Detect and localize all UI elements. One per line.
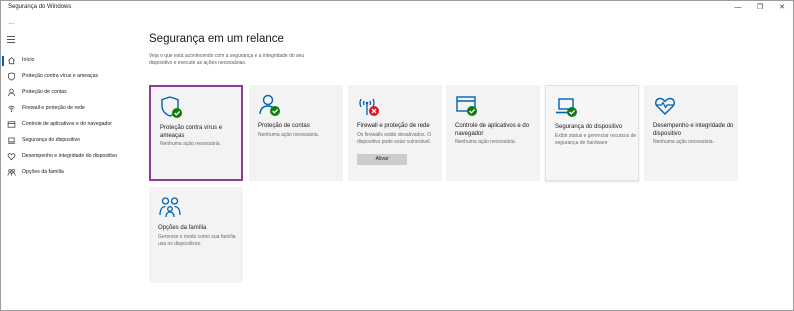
tile-account-protection[interactable]: Proteção de contas Nenhuma ação necessár… (249, 85, 343, 181)
tile-title: Firewall e proteção de rede (357, 123, 430, 129)
home-icon (8, 57, 15, 65)
sidebar-item-device-performance[interactable]: Desempenho e integridade do dispositivo (1, 150, 136, 164)
minimize-button[interactable]: — (727, 1, 749, 15)
sidebar-item-home[interactable]: Início (1, 54, 136, 68)
maximize-button[interactable]: ❐ (749, 1, 771, 15)
tile-title: Desempenho e integridade do dispositivo (653, 123, 734, 137)
sidebar-item-label: Desempenho e integridade do dispositivo (22, 153, 118, 159)
close-button[interactable]: ✕ (771, 1, 793, 15)
person-icon (8, 88, 15, 97)
sidebar-item-family-options[interactable]: Opções da família (1, 166, 136, 180)
heart-pulse-icon (655, 97, 675, 115)
laptop-icon (7, 137, 16, 144)
shield-check-icon (161, 96, 182, 118)
heart-icon (7, 153, 16, 161)
sidebar-item-virus-protection[interactable]: Proteção contra vírus e ameaças (1, 70, 136, 84)
tile-title: Proteção de contas (258, 123, 310, 129)
sidebar-item-account-protection[interactable]: Proteção de contas (1, 86, 136, 100)
tile-status: Os firewalls estão desativados. O dispos… (357, 132, 432, 145)
tile-family-options[interactable]: Opções da família Gerencie o modo como s… (149, 187, 243, 283)
hamburger-menu-icon[interactable] (7, 36, 15, 45)
sidebar-item-label: Segurança do dispositivo (22, 137, 80, 143)
tile-virus-protection[interactable]: Proteção contra vírus e ameaças Nenhuma … (149, 85, 243, 181)
sidebar-item-label: Proteção de contas (22, 89, 67, 95)
tile-title: Opções da família (158, 225, 207, 231)
tile-app-browser-control[interactable]: Controle de aplicativos e do navegador N… (446, 85, 540, 181)
page-title: Segurança em um relance (149, 33, 284, 45)
sidebar-item-app-browser-control[interactable]: Controle de aplicativos e do navegador (1, 118, 136, 132)
sidebar-item-label: Proteção contra vírus e ameaças (22, 73, 99, 79)
family-icon (159, 197, 181, 218)
app-browser-check-icon (456, 96, 477, 116)
app-window: Segurança do Windows — ❐ ✕ ← Início Prot… (0, 0, 794, 311)
title-bar: Segurança do Windows — ❐ ✕ (1, 1, 793, 15)
tile-device-performance[interactable]: Desempenho e integridade do dispositivo … (644, 85, 738, 181)
tile-device-security[interactable]: Segurança do dispositivo Exibir status e… (545, 85, 639, 181)
tile-title: Controle de aplicativos e do navegador (455, 123, 530, 137)
tile-status: Gerencie o modo como sua família usa os … (158, 234, 236, 247)
tile-title: Proteção contra vírus e ameaças (160, 125, 223, 139)
page-subtitle: Veja o que está acontecendo com a segura… (149, 53, 305, 66)
tile-status: Exibir status e gerenciar recursos de se… (555, 133, 637, 146)
sidebar-item-device-security[interactable]: Segurança do dispositivo (1, 134, 136, 148)
sidebar-item-label: Opções da família (22, 169, 64, 175)
tile-status: Nenhuma ação necessária. (653, 139, 714, 145)
sidebar: ← Início Proteção contra vírus e ameaças… (1, 15, 136, 311)
activate-firewall-button[interactable]: Ativar (357, 154, 407, 165)
sidebar-item-label: Início (22, 57, 35, 63)
tile-title: Segurança do dispositivo (555, 124, 623, 130)
app-browser-icon (7, 121, 16, 128)
wifi-icon (8, 105, 15, 113)
tile-status: Nenhuma ação necessária. (160, 141, 221, 147)
wifi-error-icon (359, 98, 379, 116)
back-arrow-icon[interactable]: ← (7, 17, 16, 27)
shield-icon (7, 72, 16, 81)
tile-firewall[interactable]: Firewall e proteção de rede Os firewalls… (348, 85, 442, 181)
tile-status: Nenhuma ação necessária. (258, 132, 319, 138)
person-check-icon (259, 94, 280, 116)
sidebar-item-label: Controle de aplicativos e do navegador (22, 121, 112, 127)
laptop-check-icon (556, 98, 577, 117)
window-title: Segurança do Windows (8, 4, 72, 10)
sidebar-item-label: Firewall e proteção de rede (22, 105, 85, 111)
tile-status: Nenhuma ação necessária. (455, 139, 516, 145)
family-icon (7, 169, 16, 176)
sidebar-item-firewall[interactable]: Firewall e proteção de rede (1, 102, 136, 116)
